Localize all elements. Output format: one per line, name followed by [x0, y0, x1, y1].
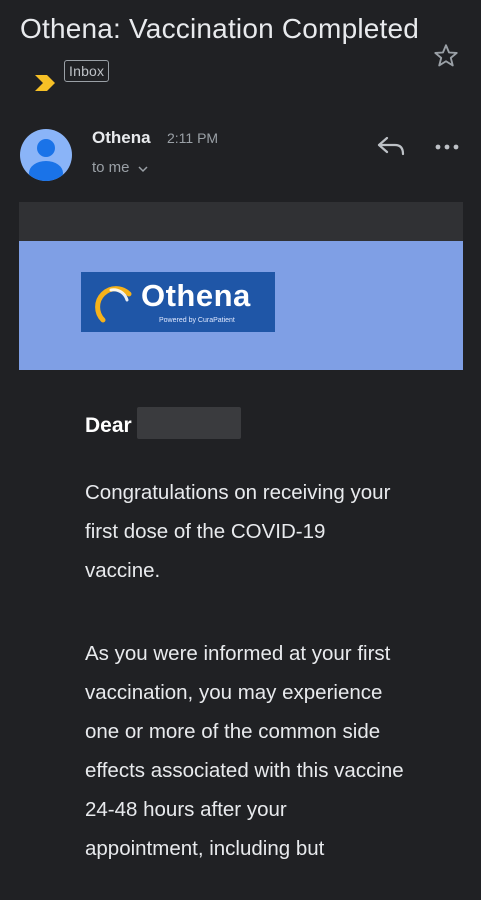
- body-paragraph-1: Congratulations on receiving your first …: [85, 481, 391, 582]
- email-header-band: [19, 202, 463, 241]
- star-icon[interactable]: [432, 42, 460, 70]
- email-subject: Othena: Vaccination Completed Inbox: [20, 8, 420, 92]
- logo-tagline: Powered by CuraPatient: [159, 317, 235, 324]
- greeting: Dear: [85, 414, 132, 437]
- importance-marker-icon[interactable]: [34, 62, 56, 91]
- othena-logo: Othena Powered by CuraPatient: [81, 272, 275, 332]
- redacted-name: [137, 407, 241, 439]
- sent-time: 2:11 PM: [167, 130, 219, 146]
- recipient-text: to me: [92, 159, 130, 176]
- recipient-toggle[interactable]: to me: [92, 159, 148, 177]
- sender-name[interactable]: Othena: [92, 128, 151, 148]
- more-options-icon[interactable]: [434, 139, 460, 150]
- othena-ring-icon: [95, 286, 132, 323]
- subject-text: Othena: Vaccination Completed: [20, 13, 420, 44]
- body-paragraph-2: As you were informed at your first vacci…: [85, 642, 404, 860]
- reply-icon[interactable]: [376, 134, 406, 158]
- logo-wordmark: Othena: [141, 278, 251, 313]
- sender-avatar[interactable]: [20, 129, 72, 181]
- chevron-down-icon: [138, 160, 148, 177]
- inbox-label-chip[interactable]: Inbox: [64, 59, 110, 82]
